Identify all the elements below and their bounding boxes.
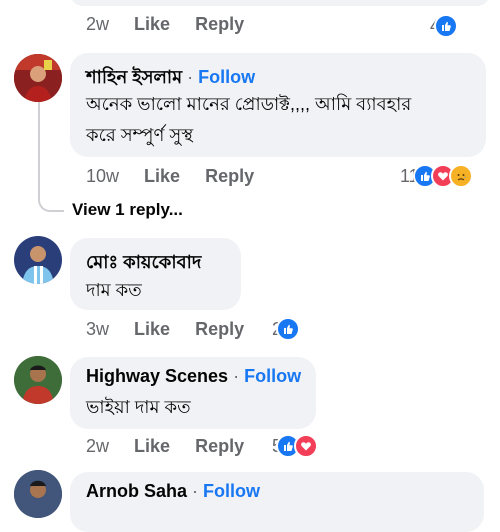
view-replies-link[interactable]: View 1 reply...: [72, 200, 183, 220]
like-reaction-icon: [276, 317, 301, 341]
sad-reaction-icon: [448, 164, 473, 188]
comment-time[interactable]: 2w: [86, 14, 109, 35]
author-name[interactable]: মোঃ কায়কোবাদ: [86, 252, 201, 272]
comment-actions: 10w Like Reply: [86, 166, 254, 187]
like-reaction-icon: [434, 14, 459, 38]
like-button[interactable]: Like: [144, 166, 180, 187]
comment-author[interactable]: Highway Scenes · Follow: [86, 366, 301, 387]
comment-actions: 3w Like Reply: [86, 319, 244, 340]
reply-button[interactable]: Reply: [195, 14, 244, 35]
like-button[interactable]: Like: [134, 436, 170, 457]
like-button[interactable]: Like: [134, 319, 170, 340]
reaction-summary[interactable]: 11: [400, 164, 473, 188]
comment-text: দাম কত: [86, 280, 142, 300]
comment-author[interactable]: Arnob Saha · Follow: [86, 481, 260, 502]
reaction-summary[interactable]: 4: [430, 14, 459, 38]
separator-dot: ·: [233, 366, 240, 386]
comment-text: ভাইয়া দাম কত: [86, 397, 191, 417]
reaction-summary[interactable]: 2: [272, 317, 301, 341]
avatar[interactable]: [14, 470, 62, 518]
avatar[interactable]: [14, 356, 62, 404]
author-name[interactable]: Highway Scenes: [86, 366, 228, 386]
love-reaction-icon: [294, 434, 319, 458]
follow-button[interactable]: Follow: [203, 481, 260, 501]
thread-line: [38, 100, 64, 212]
reply-button[interactable]: Reply: [195, 319, 244, 340]
comment-time[interactable]: 2w: [86, 436, 109, 457]
comment-time[interactable]: 10w: [86, 166, 119, 187]
avatar[interactable]: [14, 236, 62, 284]
comment-time[interactable]: 3w: [86, 319, 109, 340]
comment-actions: 2w Like Reply: [86, 436, 244, 457]
reaction-summary[interactable]: 5: [272, 434, 319, 458]
follow-button[interactable]: Follow: [244, 366, 301, 386]
author-name[interactable]: শাহিন ইসলাম: [86, 67, 182, 87]
avatar[interactable]: [14, 54, 62, 102]
previous-comment-bubble: [70, 0, 490, 6]
comment-text-line: করে সম্পুর্ণ সুস্থ: [86, 125, 194, 145]
separator-dot: ·: [187, 67, 194, 87]
comment-text: অনেক ভালো মানের প্রোডাক্ট,,,, আমি ব্যাবহ…: [86, 89, 411, 151]
reply-button[interactable]: Reply: [195, 436, 244, 457]
previous-comment-actions: 2w Like Reply: [86, 14, 244, 35]
author-name[interactable]: Arnob Saha: [86, 481, 187, 501]
comment-text-line: অনেক ভালো মানের প্রোডাক্ট,,,, আমি ব্যাবহ…: [86, 94, 412, 114]
separator-dot: ·: [192, 481, 199, 501]
like-button[interactable]: Like: [134, 14, 170, 35]
reply-button[interactable]: Reply: [205, 166, 254, 187]
follow-button[interactable]: Follow: [198, 67, 255, 87]
